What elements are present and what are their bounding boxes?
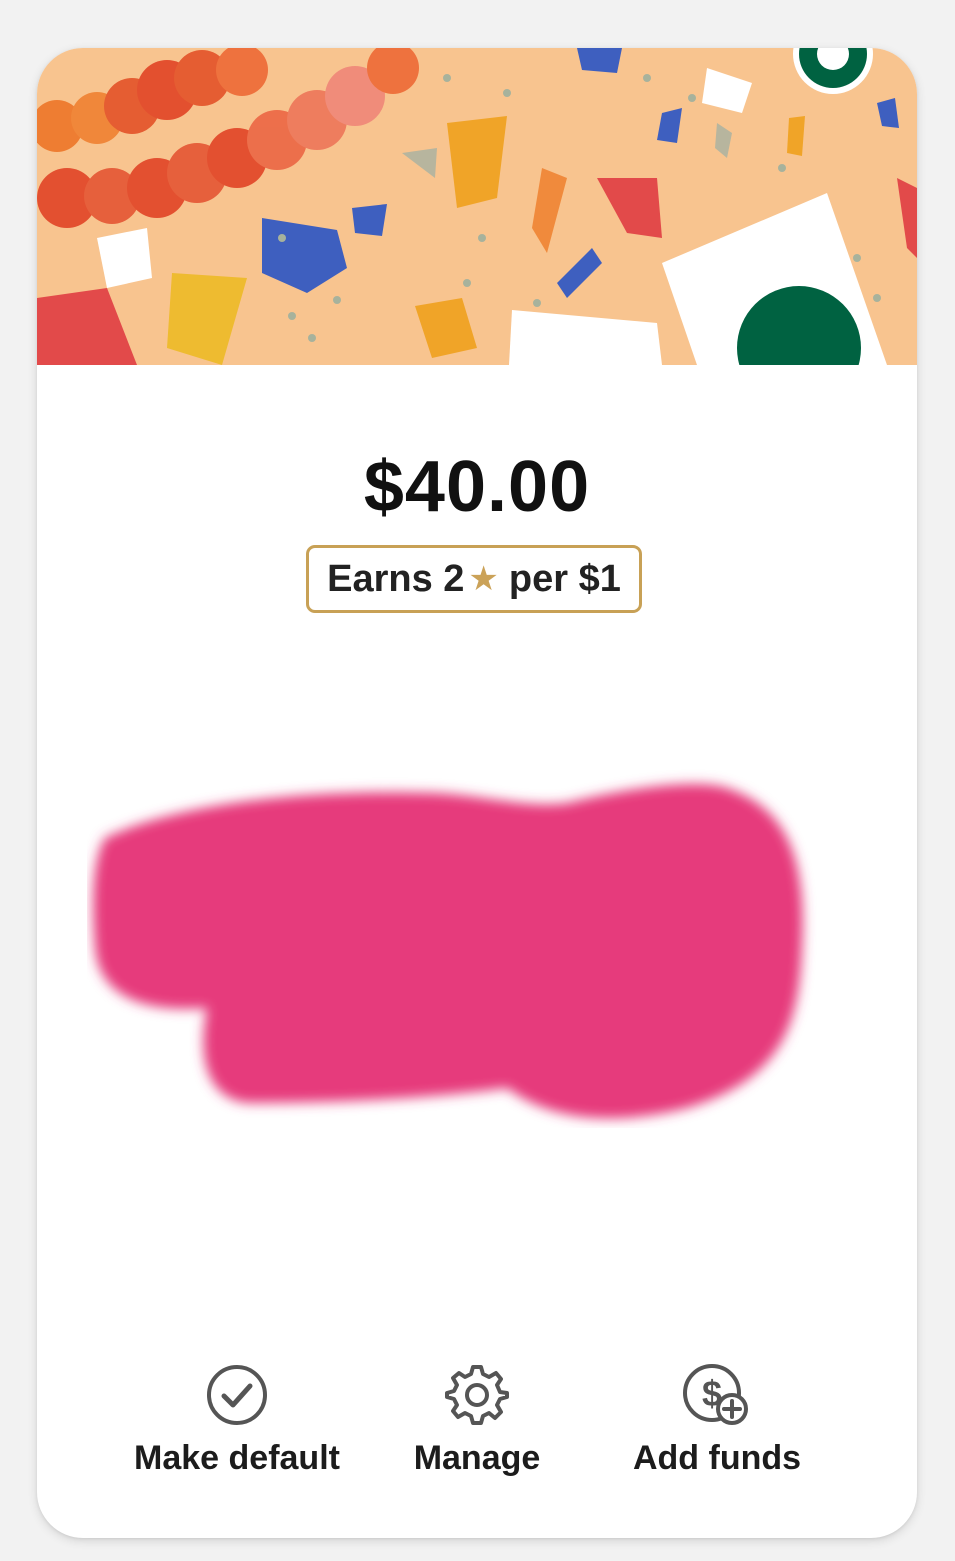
gift-card: $40.00 Earns 2 ★ per $1 Make default Man… xyxy=(37,48,917,1538)
dollar-plus-icon: $ xyxy=(683,1364,748,1425)
card-balance: $40.00 xyxy=(363,447,591,527)
check-circle-icon xyxy=(207,1365,267,1425)
earns-badge: Earns 2 ★ per $1 xyxy=(306,545,642,613)
add-funds-button[interactable]: $ Add funds xyxy=(577,1363,857,1478)
redacted-barcode xyxy=(93,783,803,1119)
make-default-label: Make default xyxy=(134,1439,340,1477)
manage-button[interactable]: Manage xyxy=(337,1363,617,1478)
card-artwork xyxy=(37,48,917,365)
manage-label: Manage xyxy=(413,1439,541,1477)
earns-suffix: per $1 xyxy=(508,557,621,600)
earns-prefix: Earns 2 xyxy=(327,557,465,600)
make-default-button[interactable]: Make default xyxy=(97,1363,377,1478)
add-funds-label: Add funds xyxy=(632,1439,802,1477)
star-icon: ★ xyxy=(468,560,499,598)
gear-icon xyxy=(445,1365,509,1425)
